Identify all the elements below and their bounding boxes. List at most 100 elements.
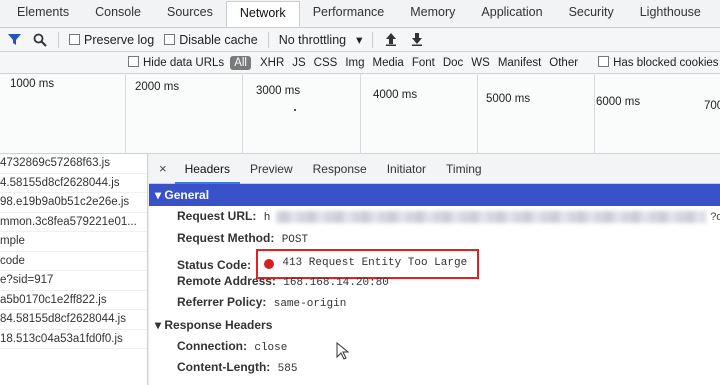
tab-sources[interactable]: Sources [154, 1, 226, 27]
request-method-row: Request Method: POST [149, 228, 720, 250]
preserve-log-toggle[interactable]: Preserve log [69, 33, 154, 47]
remote-address-value: 168.168.14.20:80 [283, 276, 389, 289]
request-row[interactable]: mmon.3c8fea579221e01... [0, 213, 147, 232]
filter-js[interactable]: JS [288, 57, 309, 69]
hide-data-urls-checkbox[interactable] [128, 56, 139, 67]
request-url-tail: ?doc [710, 211, 720, 223]
timeline-gridline [242, 74, 243, 154]
timeline-gridline [594, 74, 595, 154]
tab-network[interactable]: Network [225, 1, 300, 27]
request-list: 4732869c57268f63.js 4.58155d8cf2628044.j… [0, 154, 148, 385]
connection-label: Connection: [177, 338, 247, 353]
referrer-policy-label: Referrer Policy: [177, 295, 267, 309]
timeline-tick: 700 [704, 100, 720, 112]
connection-row: Connection: close [149, 336, 720, 358]
remote-address-label: Remote Address: [177, 273, 276, 288]
request-row[interactable]: 18.513c04a53a1fd0f0.js [0, 330, 147, 349]
referrer-policy-row: Referrer Policy: same-origin [149, 292, 720, 314]
content-length-label: Content-Length: [177, 360, 271, 374]
filter-img[interactable]: Img [341, 57, 368, 69]
filter-xhr[interactable]: XHR [256, 57, 288, 69]
connection-value: close [254, 341, 288, 354]
response-headers-section-header[interactable]: ▾ Response Headers [149, 314, 720, 336]
general-section-header[interactable]: ▾ General [149, 184, 720, 206]
blocked-cookies-checkbox[interactable] [598, 56, 610, 67]
download-icon[interactable] [409, 32, 425, 48]
timeline-tick: 4000 ms [373, 89, 418, 101]
hide-data-urls-label: Hide data URLs [143, 57, 225, 69]
request-row[interactable]: a5b0170c1e2ff822.js [0, 291, 147, 310]
tab-security[interactable]: Security [556, 1, 627, 27]
disable-cache-toggle[interactable]: Disable cache [164, 33, 258, 47]
tab-response[interactable]: Response [303, 154, 377, 184]
request-row[interactable]: e?sid=917 [0, 271, 147, 291]
redacted-url-blur [276, 210, 707, 223]
timeline-request-mark [294, 109, 296, 111]
filter-css[interactable]: CSS [310, 57, 342, 69]
filter-ws[interactable]: WS [467, 57, 494, 69]
filter-manifest[interactable]: Manifest [494, 57, 545, 69]
search-icon[interactable] [32, 32, 48, 48]
status-code-row: Status Code: 413 Request Entity Too Larg… [149, 249, 720, 279]
content-length-row: Content-Length: 585 [149, 357, 720, 379]
content-length-value: 585 [277, 363, 298, 375]
mouse-cursor-icon [336, 341, 350, 363]
request-details-panel: × Headers Preview Response Initiator Tim… [149, 154, 720, 385]
timeline-tick: 6000 ms [596, 96, 641, 108]
details-tab-bar: × Headers Preview Response Initiator Tim… [149, 154, 720, 184]
filter-bar: Hide data URLs All XHR JS CSS Img Media … [0, 52, 720, 74]
tab-performance[interactable]: Performance [300, 1, 398, 27]
tab-application[interactable]: Application [468, 1, 555, 27]
tab-timing[interactable]: Timing [436, 154, 492, 184]
request-row[interactable]: mple [0, 232, 147, 252]
hide-data-urls-toggle[interactable]: Hide data URLs [124, 56, 228, 69]
toolbar-divider [372, 31, 374, 48]
filter-icon[interactable] [6, 32, 22, 48]
tab-elements[interactable]: Elements [4, 1, 82, 27]
blocked-cookies-toggle[interactable]: Has blocked cookies [594, 56, 720, 69]
toolbar-divider [267, 31, 269, 48]
tab-console[interactable]: Console [82, 1, 154, 27]
request-url-row: Request URL: h ?doc [149, 206, 720, 228]
tab-preview[interactable]: Preview [240, 154, 303, 184]
throttling-select[interactable]: No throttling ▾ [278, 32, 363, 48]
request-method-value: POST [281, 233, 309, 246]
preserve-log-label: Preserve log [84, 32, 155, 47]
request-row[interactable]: code [0, 252, 147, 271]
upload-icon[interactable] [383, 32, 399, 48]
request-row[interactable]: 4732869c57268f63.js [0, 154, 147, 174]
disable-cache-label: Disable cache [179, 32, 258, 47]
blocked-cookies-label: Has blocked cookies [613, 57, 719, 69]
request-url-label: Request URL: [177, 209, 257, 223]
filter-media[interactable]: Media [369, 57, 408, 69]
tab-lighthouse[interactable]: Lighthouse [627, 1, 714, 27]
filter-all[interactable]: All [230, 55, 251, 70]
request-row[interactable]: 4.58155d8cf2628044.js [0, 174, 147, 193]
tab-headers[interactable]: Headers [174, 154, 240, 184]
timeline-tick: 3000 ms [256, 85, 301, 97]
disable-cache-checkbox[interactable] [164, 33, 176, 45]
timeline-overview[interactable]: 1000 ms 2000 ms 3000 ms 4000 ms 5000 ms … [0, 74, 720, 154]
filter-font[interactable]: Font [408, 57, 439, 69]
timeline-tick: 2000 ms [135, 81, 180, 93]
preserve-log-checkbox[interactable] [69, 33, 80, 45]
tab-initiator[interactable]: Initiator [377, 154, 436, 184]
error-status-dot-icon [264, 258, 275, 269]
network-toolbar: Preserve log Disable cache No throttling… [0, 28, 720, 52]
request-url-value: h [263, 212, 271, 224]
filter-doc[interactable]: Doc [439, 57, 467, 69]
timeline-gridline [125, 74, 126, 154]
filter-other[interactable]: Other [545, 57, 582, 69]
referrer-policy-value: same-origin [273, 298, 347, 310]
request-row[interactable]: 98.e19b9a0b51c2e26e.js [0, 193, 147, 213]
tab-memory[interactable]: Memory [397, 1, 468, 27]
request-method-label: Request Method: [177, 230, 275, 245]
timeline-tick: 1000 ms [10, 78, 55, 90]
close-icon[interactable]: × [157, 161, 175, 176]
timeline-tick: 5000 ms [486, 93, 531, 105]
throttling-value: No throttling [278, 32, 347, 47]
status-code-label: Status Code: [177, 257, 252, 272]
timeline-gridline [477, 74, 478, 154]
devtools-tab-bar: Elements Console Sources Network Perform… [0, 0, 720, 28]
request-row[interactable]: 84.58155d8cf2628044.js [0, 310, 147, 330]
